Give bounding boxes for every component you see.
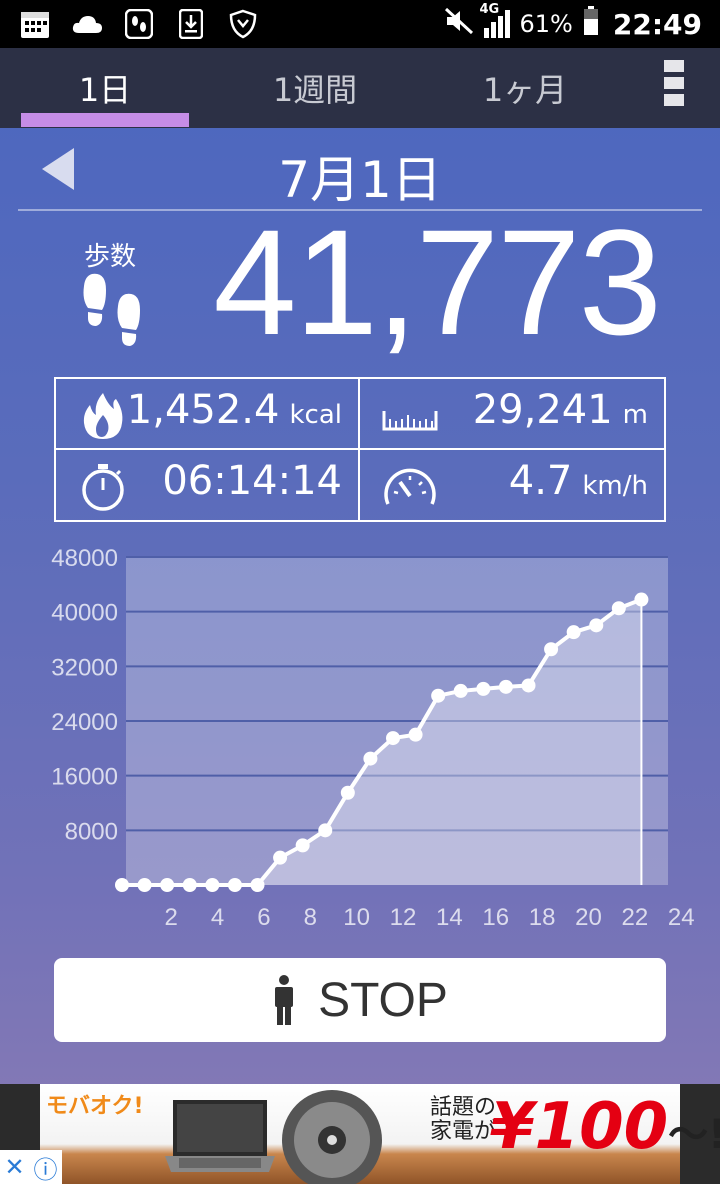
data-point [498, 679, 513, 694]
distance-cell: 29,241 m [360, 379, 664, 450]
person-icon [275, 975, 294, 1025]
data-point [431, 688, 446, 703]
duration-value: 06:14:14 [162, 457, 342, 504]
signal-icon: 4G [480, 2, 510, 38]
data-point [476, 681, 491, 696]
cloud-icon [70, 8, 104, 40]
ad-controls: ✕ ⓘ [0, 1150, 62, 1184]
x-tick-label: 12 [390, 904, 417, 931]
active-tab-indicator [21, 113, 189, 127]
tab-week[interactable]: 1週間 [220, 48, 410, 128]
ad-price: ¥100〜!? [490, 1090, 720, 1164]
speed-value: 4.7 [508, 457, 573, 504]
data-point [544, 642, 559, 657]
calories-value: 1,452.4 [126, 387, 280, 433]
stats-grid: 1,452.4 kcal 29,241 m 06:14:14 4.7 km/h [54, 377, 666, 522]
data-point [386, 731, 400, 746]
ruler-icon [382, 397, 438, 447]
flame-icon [78, 391, 128, 441]
mute-icon [444, 7, 474, 41]
speed-unit: km/h [582, 470, 648, 501]
ad-info-icon[interactable]: ⓘ [34, 1150, 58, 1184]
calendar-icon [18, 8, 52, 40]
battery-icon [583, 6, 599, 42]
overflow-menu-button[interactable] [664, 60, 684, 106]
data-point [589, 618, 604, 633]
y-tick-label: 32000 [51, 654, 118, 681]
ad-image[interactable]: モバオク! 話題の家電が ¥100〜!? [40, 1084, 720, 1184]
data-point [227, 878, 242, 892]
speed-cell: 4.7 km/h [360, 450, 664, 521]
calories-unit: kcal [289, 400, 342, 430]
y-tick-label: 48000 [51, 545, 118, 572]
ad-copy: 話題の 家電が [430, 1095, 497, 1144]
footsteps-notification-icon [122, 8, 156, 40]
x-tick-label: 4 [211, 904, 224, 931]
x-tick-label: 16 [482, 904, 509, 931]
data-point [160, 878, 175, 892]
distance-value: 29,241 [472, 387, 613, 433]
x-tick-label: 8 [304, 904, 317, 931]
ad-banner[interactable]: モバオク! 話題の家電が ¥100〜!? [0, 1084, 720, 1184]
distance-unit: m [622, 400, 648, 430]
data-point [566, 625, 581, 640]
laptop-image [165, 1100, 275, 1172]
close-ad-icon[interactable]: ✕ [4, 1153, 24, 1181]
x-tick-label: 18 [529, 904, 556, 931]
data-point [318, 823, 333, 838]
status-bar: 4G 61% 22:49 [0, 0, 720, 48]
data-point [363, 751, 378, 766]
stopwatch-icon [78, 462, 128, 512]
download-icon [174, 8, 208, 40]
footprints-icon [80, 272, 150, 354]
y-tick-label: 16000 [51, 764, 118, 791]
x-tick-label: 14 [436, 904, 463, 931]
x-tick-label: 10 [343, 904, 370, 931]
data-point [634, 592, 649, 607]
data-point [182, 878, 197, 892]
y-tick-label: 24000 [51, 709, 118, 736]
battery-percent: 61% [519, 10, 573, 38]
clock: 22:49 [612, 7, 702, 41]
data-point [340, 785, 355, 800]
data-point [295, 838, 310, 853]
step-count: 41,773 [213, 198, 662, 366]
speedometer-icon [382, 462, 436, 512]
x-tick-label: 22 [621, 904, 648, 931]
y-tick-label: 8000 [65, 818, 118, 845]
calories-cell: 1,452.4 kcal [56, 379, 360, 450]
ad-brand: モバオク! [46, 1094, 144, 1119]
data-point [521, 678, 536, 693]
y-tick-label: 40000 [51, 600, 118, 627]
hourly-steps-chart: 480004000032000240001600080002 4 6 8 10 12 14 1… [51, 545, 695, 931]
x-tick-label: 2 [164, 904, 177, 931]
stop-button[interactable]: STOP [54, 958, 666, 1042]
x-tick-label: 20 [575, 904, 602, 931]
data-point [115, 878, 129, 892]
data-point [408, 727, 423, 742]
stop-button-label: STOP [318, 973, 448, 1027]
x-tick-label: 6 [257, 904, 270, 931]
data-point [137, 878, 152, 892]
data-point [611, 601, 626, 616]
data-point [250, 878, 265, 892]
data-point [273, 850, 288, 865]
data-point [205, 878, 220, 892]
shield-icon [226, 8, 260, 40]
x-tick-label: 24 [668, 904, 695, 931]
steps-label: 歩数 [84, 242, 137, 272]
data-point [453, 683, 468, 698]
duration-cell: 06:14:14 [56, 449, 360, 520]
network-type: 4G [479, 2, 500, 17]
robot-vacuum-image [282, 1090, 382, 1184]
tab-month[interactable]: 1ヶ月 [430, 48, 620, 128]
